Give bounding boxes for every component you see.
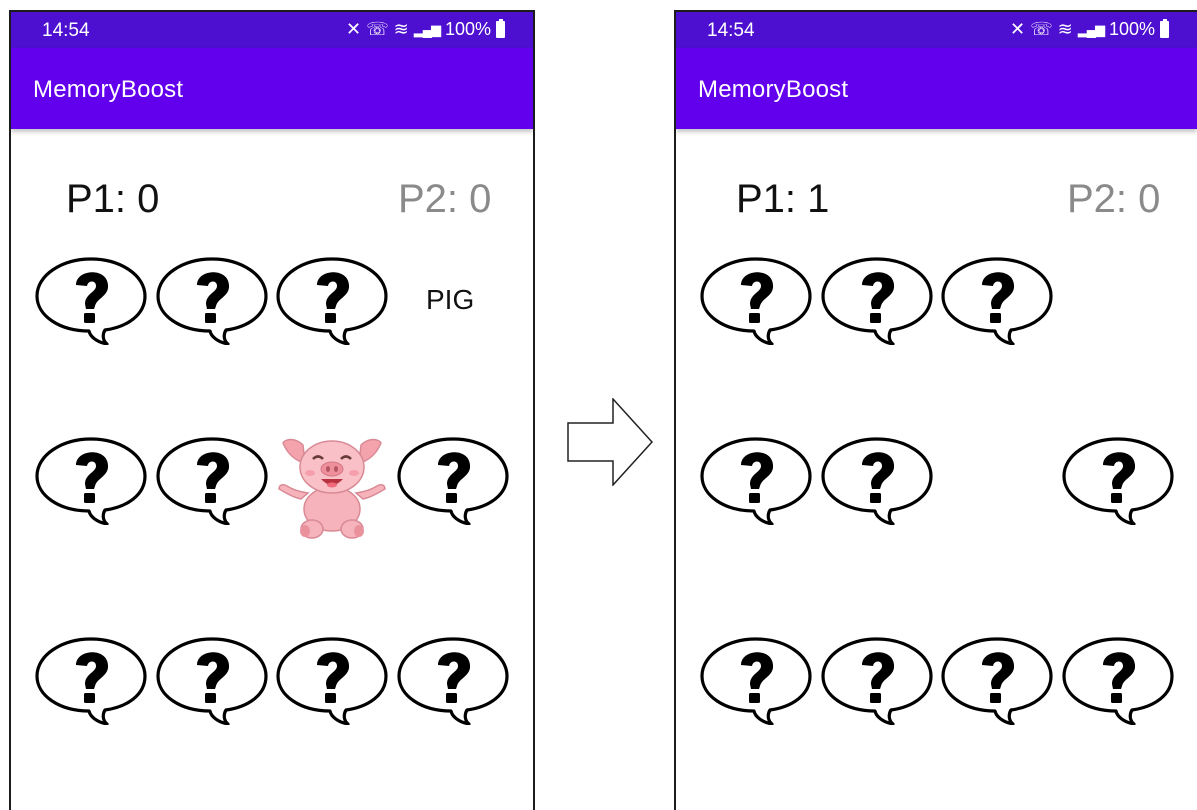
right-arrow-icon [567,398,653,486]
battery-icon [496,19,505,38]
battery-level: 100% [1108,19,1155,39]
question-bubble-icon [938,255,1056,345]
app-bar: MemoryBoost [676,48,1197,129]
player1-score: P1: 0 [66,177,160,221]
card-hidden[interactable] [818,435,936,525]
question-bubble-icon [153,255,271,345]
card-hidden[interactable] [32,435,150,525]
question-bubble-icon [697,435,815,525]
signal-icon: ▂▄▆ [413,21,441,37]
mute-icon: ✕ [1010,19,1026,39]
question-bubble-icon [32,635,150,725]
player2-score: P2: 0 [1067,177,1161,221]
card-hidden[interactable] [153,435,271,525]
phone-screen-after: 14:54 ✕ ☏ ≋ ▂▄▆ 100% MemoryBoost P1: 1 P… [674,10,1197,810]
status-time: 14:54 [42,20,90,41]
phone-screen-before: 14:54 ✕ ☏ ≋ ▂▄▆ 100% MemoryBoost P1: 0 P… [9,10,535,810]
question-bubble-icon [818,435,936,525]
signal-icon: ▂▄▆ [1077,21,1105,37]
battery-level: 100% [444,19,491,39]
question-bubble-icon [32,255,150,345]
card-hidden[interactable] [153,635,271,725]
card-hidden[interactable] [1059,435,1177,525]
question-bubble-icon [394,635,512,725]
wifi-icon: ≋ [393,19,409,39]
card-revealed-word[interactable]: PIG [426,284,474,316]
wifi-calling-icon: ☏ [366,19,389,39]
question-bubble-icon [1059,635,1177,725]
card-hidden[interactable] [32,255,150,345]
player1-score: P1: 1 [736,177,830,221]
card-hidden[interactable] [32,635,150,725]
card-hidden[interactable] [273,635,391,725]
status-bar: 14:54 ✕ ☏ ≋ ▂▄▆ 100% [676,12,1197,48]
card-hidden[interactable] [697,635,815,725]
card-hidden[interactable] [938,255,1056,345]
battery-icon [1160,19,1169,38]
question-bubble-icon [153,435,271,525]
question-bubble-icon [697,635,815,725]
card-hidden[interactable] [818,255,936,345]
card-hidden[interactable] [273,255,391,345]
status-icons: ✕ ☏ ≋ ▂▄▆ 100% [1010,19,1169,40]
mute-icon: ✕ [346,19,362,39]
question-bubble-icon [273,255,391,345]
app-title: MemoryBoost [33,76,184,103]
card-hidden[interactable] [153,255,271,345]
app-bar: MemoryBoost [11,48,533,129]
card-hidden[interactable] [818,635,936,725]
question-bubble-icon [1059,435,1177,525]
status-time: 14:54 [707,20,755,41]
card-hidden[interactable] [697,435,815,525]
question-bubble-icon [394,435,512,525]
pig-image [278,438,386,539]
player2-score: P2: 0 [398,177,492,221]
card-hidden[interactable] [938,635,1056,725]
question-bubble-icon [818,255,936,345]
question-bubble-icon [938,635,1056,725]
card-hidden[interactable] [1059,635,1177,725]
card-hidden[interactable] [394,435,512,525]
question-bubble-icon [697,255,815,345]
card-revealed-pig-image[interactable] [273,429,391,541]
card-hidden[interactable] [697,255,815,345]
question-bubble-icon [32,435,150,525]
status-icons: ✕ ☏ ≋ ▂▄▆ 100% [346,19,505,40]
wifi-icon: ≋ [1057,19,1073,39]
status-bar: 14:54 ✕ ☏ ≋ ▂▄▆ 100% [11,12,533,48]
card-hidden[interactable] [394,635,512,725]
app-title: MemoryBoost [698,76,849,103]
question-bubble-icon [153,635,271,725]
wifi-calling-icon: ☏ [1030,19,1053,39]
question-bubble-icon [818,635,936,725]
question-bubble-icon [273,635,391,725]
